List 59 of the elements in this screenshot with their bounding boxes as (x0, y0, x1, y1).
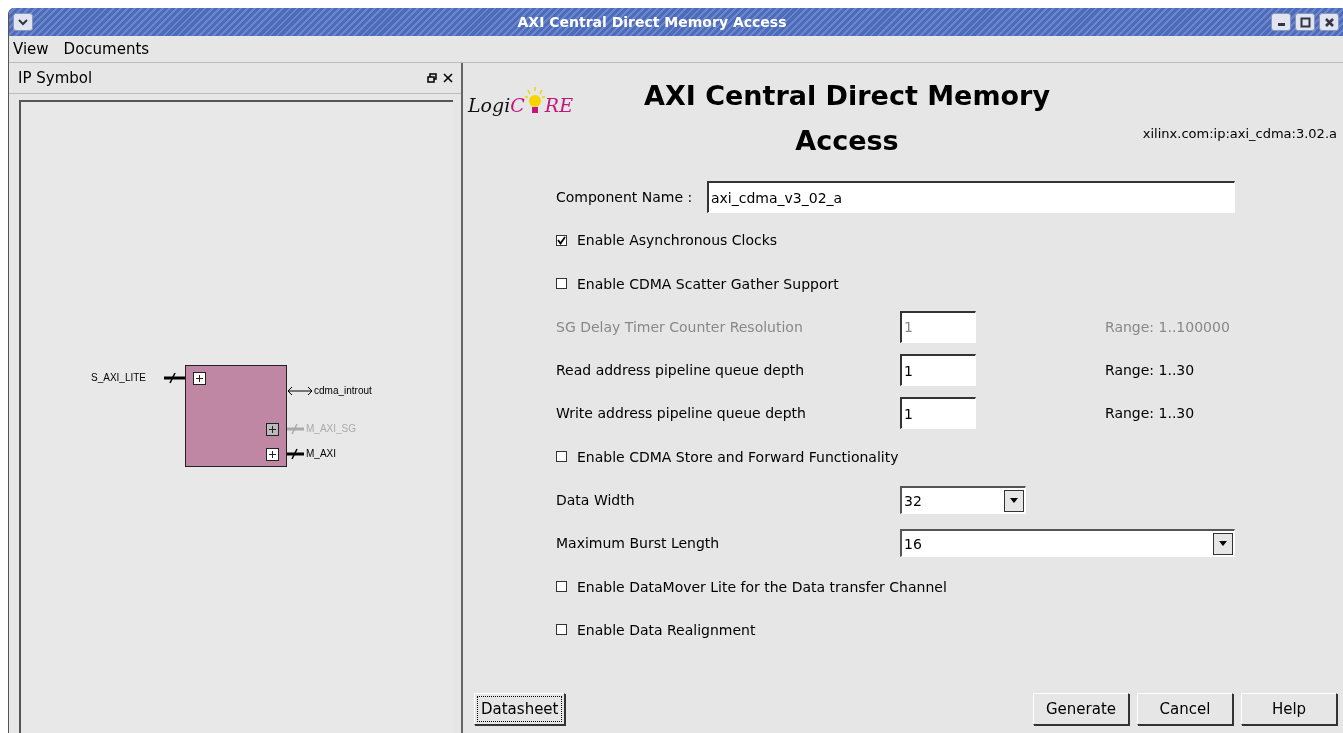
checkbox-label: Enable CDMA Scatter Gather Support (577, 275, 839, 292)
port-label: M_AXI (306, 448, 336, 460)
checkbox-label: Enable DataMover Lite for the Data transfer Channel (577, 578, 947, 595)
field-label: Data Width (556, 492, 636, 509)
field-label: Write address pipeline queue depth (556, 405, 807, 422)
port-label: M_AXI_SG (306, 423, 357, 435)
range-hint: Range: 1..100000 (1105, 318, 1230, 335)
caret-icon (18, 18, 28, 26)
expand-icon[interactable] (266, 448, 279, 461)
field-label: Maximum Burst Length (556, 535, 721, 552)
maximize-icon (1299, 16, 1311, 28)
minimize-icon (1277, 23, 1285, 26)
expand-icon[interactable] (266, 423, 279, 436)
field-label: Component Name : (556, 189, 694, 205)
dropdown[interactable]: 16 (900, 529, 1235, 558)
close-button[interactable] (1319, 13, 1339, 31)
ip-identifier: xilinx.com:ip:axi_cdma:3.02.a (1142, 126, 1337, 141)
range-hint: Range: 1..30 (1105, 362, 1195, 379)
bidirectional-arrow-icon (287, 386, 313, 396)
checkbox[interactable] (556, 451, 567, 463)
bus-port-icon (287, 448, 305, 460)
checkbox-label: Enable CDMA Store and Forward Functionality (577, 448, 899, 465)
dialog-button[interactable]: Datasheet (474, 693, 566, 725)
checkbox-label: Enable Data Realignment (577, 621, 756, 638)
text-field[interactable]: axi_cdma_v3_02_a (707, 181, 1235, 213)
dialog-button[interactable]: Help (1241, 693, 1337, 725)
checkbox[interactable] (556, 624, 567, 636)
close-icon[interactable] (443, 73, 453, 83)
close-icon (1323, 16, 1335, 28)
checkbox-label: Enable Asynchronous Clocks (577, 232, 778, 249)
dialog-button[interactable]: Generate (1033, 693, 1129, 725)
lightbulb-icon (524, 86, 545, 116)
bus-port-icon (287, 423, 305, 435)
field-label: SG Delay Timer Counter Resolution (556, 318, 804, 335)
range-hint: Range: 1..30 (1105, 405, 1195, 422)
expand-icon[interactable] (193, 372, 206, 385)
field-label: Read address pipeline queue depth (556, 362, 806, 379)
window-title: AXI Central Direct Memory Access (516, 14, 788, 30)
logo-text: RE (544, 94, 574, 116)
menu-item[interactable]: View (13, 40, 49, 58)
dialog-button[interactable]: Cancel (1137, 693, 1233, 725)
checkbox[interactable] (556, 278, 567, 290)
port-label: S_AXI_LITE (91, 372, 147, 384)
window-menu-button[interactable] (13, 13, 33, 31)
maximize-button[interactable] (1295, 13, 1315, 31)
dialog-title: AXI Central Direct Memory Access (643, 79, 1051, 158)
checkbox[interactable] (556, 234, 567, 246)
logo-text: C (510, 94, 525, 116)
menu-item[interactable]: Documents (63, 40, 150, 58)
checkbox[interactable] (556, 581, 567, 593)
bus-port-icon (164, 372, 186, 384)
dropdown[interactable]: 32 (900, 486, 1026, 515)
float-icon[interactable] (427, 73, 437, 83)
number-field[interactable]: 1 (900, 354, 976, 387)
panel-title: IP Symbol (18, 69, 94, 87)
number-field[interactable]: 1 (900, 397, 976, 430)
port-label: cdma_introut (314, 385, 372, 397)
minimize-button[interactable] (1271, 13, 1291, 31)
logo-text: Logi (468, 94, 511, 116)
